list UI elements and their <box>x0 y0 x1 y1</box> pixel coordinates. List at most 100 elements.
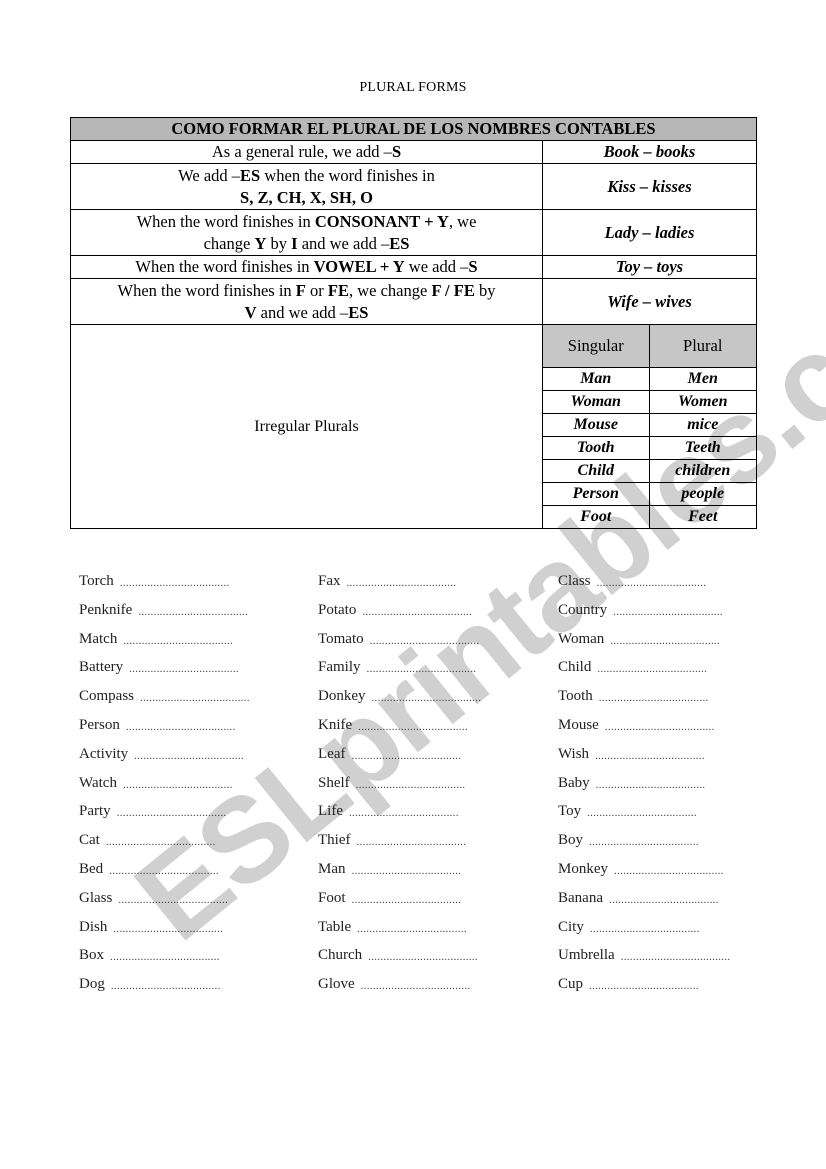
exercise-item: Potato..................................… <box>318 602 481 631</box>
irregular-pair-row: Child children <box>543 459 756 483</box>
answer-blank[interactable]: .................................... <box>358 717 468 746</box>
exercise-word: Dog <box>79 976 105 993</box>
exercise-item: Life.................................... <box>318 803 481 832</box>
exercise-word: Fax <box>318 573 341 589</box>
answer-blank[interactable]: .................................... <box>109 861 219 890</box>
answer-blank[interactable]: .................................... <box>126 717 236 746</box>
exercise-word: Donkey <box>318 688 366 705</box>
exercise-word: Box <box>79 947 105 964</box>
exercise-item: Tooth...................................… <box>558 688 730 717</box>
rules-header: COMO FORMAR EL PLURAL DE LOS NOMBRES CON… <box>70 117 757 141</box>
answer-blank[interactable]: .................................... <box>372 688 482 717</box>
exercise-word: Baby <box>558 774 590 791</box>
answer-blank[interactable]: .................................... <box>614 861 724 890</box>
plural-form: Teeth <box>648 436 756 460</box>
answer-blank[interactable]: .................................... <box>595 746 705 775</box>
exercise-item: Compass.................................… <box>79 688 250 717</box>
col-plural-header: Plural <box>648 325 756 368</box>
exercise-item: Box.................................... <box>79 947 250 976</box>
exercise-item: Fax.................................... <box>318 573 481 602</box>
answer-blank[interactable]: .................................... <box>361 976 471 1005</box>
rule-keyword: VOWEL + Y <box>313 257 405 276</box>
answer-blank[interactable]: .................................... <box>110 947 220 976</box>
answer-blank[interactable]: .................................... <box>113 919 223 948</box>
answer-blank[interactable]: .................................... <box>118 890 228 919</box>
answer-blank[interactable]: .................................... <box>356 832 466 861</box>
exercise-word: Class <box>558 573 591 589</box>
rule-text-part: or <box>305 280 328 300</box>
singular-form: Woman <box>543 390 649 414</box>
answer-blank[interactable]: .................................... <box>597 659 707 688</box>
answer-blank[interactable]: .................................... <box>134 746 244 775</box>
answer-blank[interactable]: .................................... <box>138 602 248 631</box>
answer-blank[interactable]: .................................... <box>621 947 731 976</box>
plural-form: Men <box>648 367 756 391</box>
answer-blank[interactable]: .................................... <box>111 976 221 1005</box>
irregular-pair-row: Mouse mice <box>543 413 756 437</box>
answer-blank[interactable]: .................................... <box>605 717 715 746</box>
answer-blank[interactable]: .................................... <box>587 803 697 832</box>
exercise-word: Cup <box>558 976 584 993</box>
irregular-row: Irregular Plurals Singular Plural Man Me… <box>70 324 757 529</box>
exercise-column-2: Fax.................................... P… <box>318 573 481 1005</box>
answer-blank[interactable]: .................................... <box>609 890 719 919</box>
answer-blank[interactable]: .................................... <box>613 602 723 631</box>
rule-row: When the word finishes in F or FE, we ch… <box>70 278 757 325</box>
exercise-word: Tooth <box>558 688 593 705</box>
answer-blank[interactable]: .................................... <box>140 688 250 717</box>
answer-blank[interactable]: .................................... <box>123 631 233 660</box>
answer-blank[interactable]: .................................... <box>129 659 239 688</box>
answer-blank[interactable]: .................................... <box>352 890 462 919</box>
answer-blank[interactable]: .................................... <box>589 832 699 861</box>
exercise-word: Penknife <box>79 601 133 618</box>
answer-blank[interactable]: .................................... <box>349 803 459 832</box>
exercise-word-list: Torch...................................… <box>0 573 826 1013</box>
answer-blank[interactable]: .................................... <box>347 573 457 602</box>
exercise-item: Bed.................................... <box>79 861 250 890</box>
irregular-pair-row: Person people <box>543 482 756 506</box>
exercise-word: Bed <box>79 860 104 877</box>
rule-keyword: FE <box>327 280 349 300</box>
exercise-item: Penknife................................… <box>79 602 250 631</box>
answer-blank[interactable]: .................................... <box>599 688 709 717</box>
exercise-word: Party <box>79 803 111 820</box>
answer-blank[interactable]: .................................... <box>367 659 477 688</box>
rule-example: Kiss – kisses <box>542 163 757 210</box>
answer-blank[interactable]: .................................... <box>370 631 480 660</box>
exercise-item: Leaf.................................... <box>318 746 481 775</box>
rule-text: When the word finishes in F or FE, we ch… <box>70 278 543 325</box>
exercise-word: Glove <box>318 976 355 993</box>
answer-blank[interactable]: .................................... <box>356 775 466 804</box>
exercise-item: Table...................................… <box>318 919 481 948</box>
answer-blank[interactable]: .................................... <box>590 919 700 948</box>
answer-blank[interactable]: .................................... <box>610 631 720 660</box>
rule-text-part: change <box>203 233 255 253</box>
rule-text-part: As a general rule, we add – <box>211 142 392 161</box>
answer-blank[interactable]: .................................... <box>357 919 467 948</box>
rule-row: As a general rule, we add –S Book – books <box>70 140 757 164</box>
answer-blank[interactable]: .................................... <box>106 832 216 861</box>
answer-blank[interactable]: .................................... <box>117 803 227 832</box>
answer-blank[interactable]: .................................... <box>352 861 462 890</box>
answer-blank[interactable]: .................................... <box>589 976 699 1005</box>
exercise-item: Match...................................… <box>79 631 250 660</box>
exercise-word: Knife <box>318 716 353 733</box>
answer-blank[interactable]: .................................... <box>597 573 707 602</box>
exercise-word: Match <box>79 630 118 647</box>
answer-blank[interactable]: .................................... <box>362 602 472 631</box>
rule-keyword: F <box>295 280 306 300</box>
irregular-table-cell: Singular Plural Man Men Woman Women Mous… <box>542 324 757 529</box>
answer-blank[interactable]: .................................... <box>123 775 233 804</box>
rule-keyword: S <box>468 257 478 276</box>
answer-blank[interactable]: .................................... <box>596 775 706 804</box>
answer-blank[interactable]: .................................... <box>368 947 478 976</box>
exercise-item: Church..................................… <box>318 947 481 976</box>
exercise-word: Activity <box>79 745 129 762</box>
exercise-word: Cat <box>79 832 100 849</box>
exercise-word: Glass <box>79 889 113 906</box>
exercise-word: Potato <box>318 601 357 618</box>
answer-blank[interactable]: .................................... <box>120 573 230 602</box>
rule-text-part: and we add – <box>297 233 390 253</box>
answer-blank[interactable]: .................................... <box>351 746 461 775</box>
exercise-column-1: Torch...................................… <box>79 573 250 1005</box>
